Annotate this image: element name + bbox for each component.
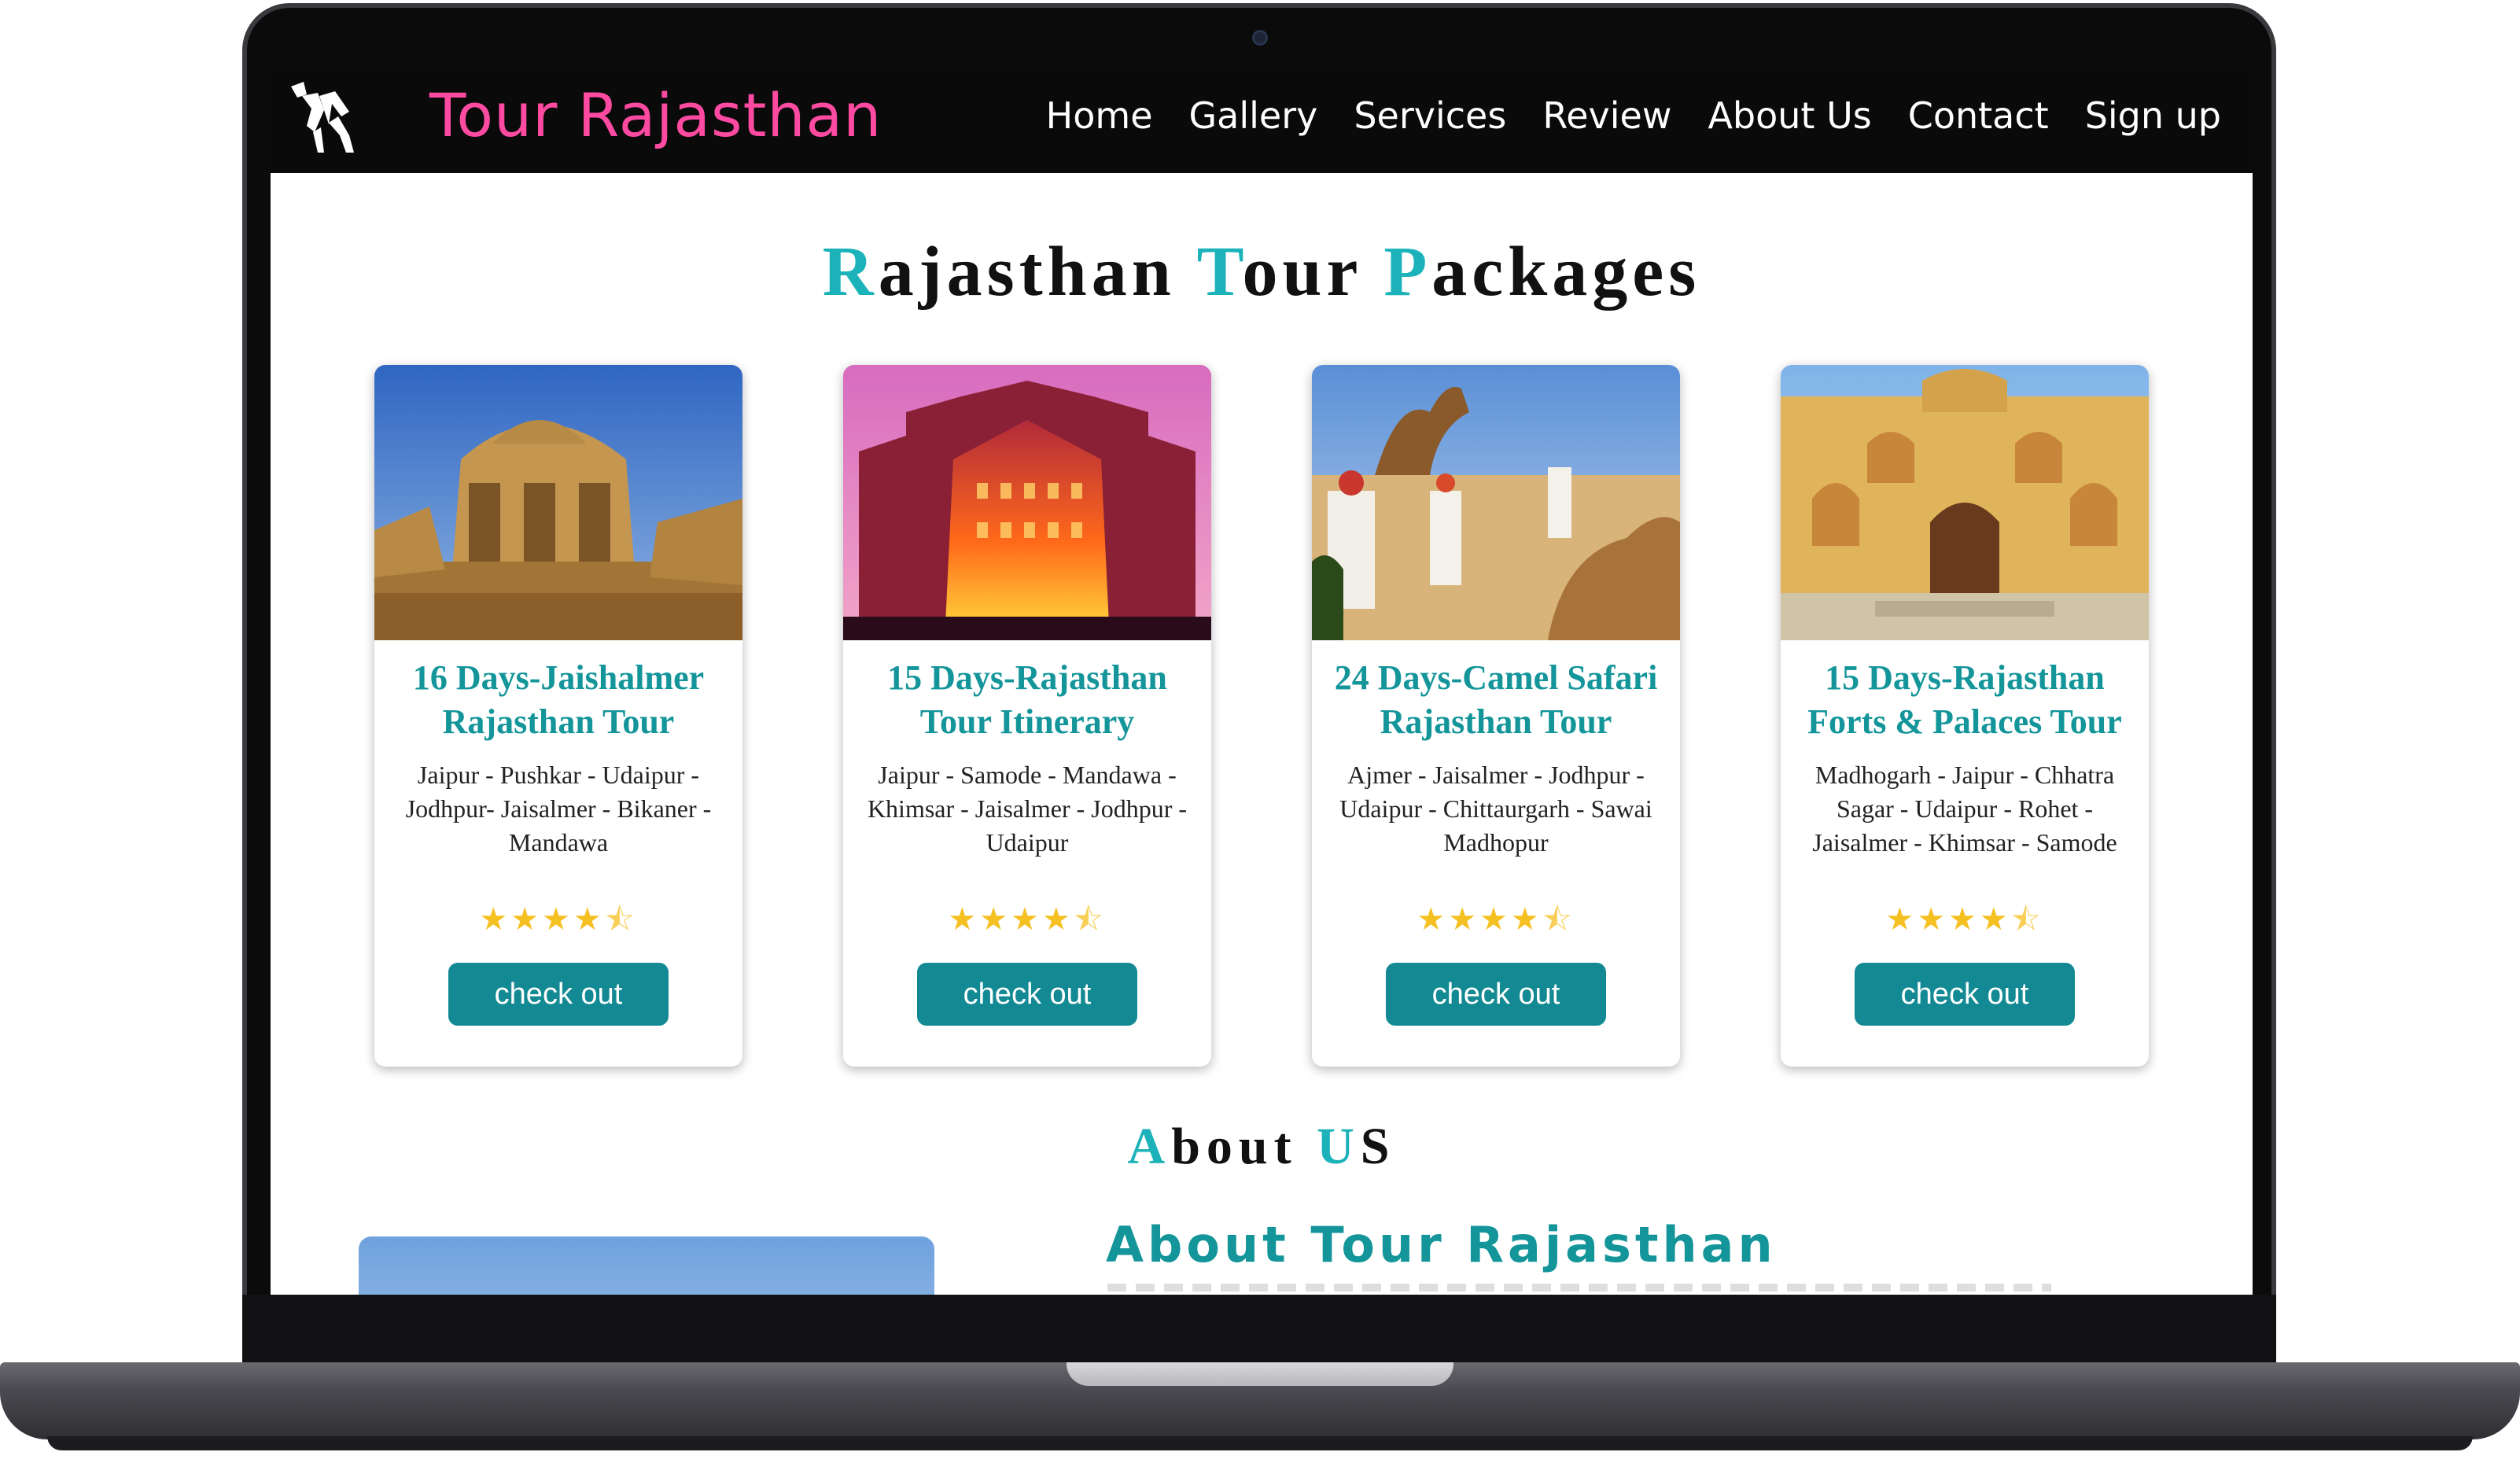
about-title-text-1: bout <box>1171 1118 1317 1175</box>
star-icon: ★ <box>1011 901 1042 938</box>
packages-title-accent-3: P <box>1383 233 1432 311</box>
card-route: Jaipur - Pushkar - Udaipur - Jodhpur- Ja… <box>405 761 712 857</box>
packages-title-text-2: our <box>1242 233 1384 311</box>
check-out-button[interactable]: check out <box>1386 963 1606 1026</box>
nav-home[interactable]: Home <box>1046 94 1153 137</box>
webcam-icon <box>1252 30 1268 46</box>
desert-cenotaphs-photo <box>374 365 742 640</box>
package-card: 24 Days-Camel Safari Rajasthan Tour Ajme… <box>1312 365 1680 1067</box>
nav-contact[interactable]: Contact <box>1908 94 2049 137</box>
card-route: Jaipur - Samode - Mandawa - Khimsar - Ja… <box>867 761 1188 857</box>
site-navbar: Tour Rajasthan Home Gallery Services Rev… <box>271 66 2253 173</box>
about-image <box>359 1236 934 1295</box>
star-rating: ★★★★⯪ <box>843 897 1211 950</box>
package-card: 15 Days-Rajasthan Tour Itinerary Jaipur … <box>843 365 1211 1067</box>
star-icon: ★ <box>1979 901 2011 938</box>
nav-links: Home Gallery Services Review About Us Co… <box>1046 94 2221 137</box>
nav-gallery[interactable]: Gallery <box>1189 94 1318 137</box>
star-rating: ★★★★⯪ <box>1312 897 1680 950</box>
half-star-icon: ⯪ <box>1542 901 1575 938</box>
star-icon: ★ <box>979 901 1011 938</box>
card-route: Madhogarh - Jaipur - Chhatra Sagar - Uda… <box>1812 761 2117 857</box>
half-star-icon: ⯪ <box>1073 901 1107 938</box>
camel-safari-photo <box>1312 365 1680 640</box>
star-icon: ★ <box>948 901 980 938</box>
laptop-notch <box>1067 1362 1453 1386</box>
star-icon: ★ <box>1479 901 1511 938</box>
nav-review[interactable]: Review <box>1542 94 1671 137</box>
star-icon: ★ <box>510 901 543 938</box>
check-out-button[interactable]: check out <box>917 963 1137 1026</box>
star-rating: ★★★★⯪ <box>374 897 742 950</box>
star-icon: ★ <box>479 901 511 938</box>
package-card: 16 Days-Jaishalmer Rajasthan Tour Jaipur… <box>374 365 742 1067</box>
star-icon: ★ <box>573 901 605 938</box>
star-icon: ★ <box>1917 901 1949 938</box>
about-title-text-2: S <box>1360 1118 1396 1175</box>
star-icon: ★ <box>1041 901 1074 938</box>
card-title: 16 Days-Jaishalmer Rajasthan Tour <box>412 658 705 741</box>
package-card: 15 Days-Rajasthan Forts & Palaces Tour M… <box>1781 365 2149 1067</box>
star-rating: ★★★★⯪ <box>1781 897 2149 950</box>
card-title: 15 Days-Rajasthan Forts & Palaces Tour <box>1807 658 2122 741</box>
about-text-cutoff <box>1107 1284 2051 1292</box>
card-title: 15 Days-Rajasthan Tour Itinerary <box>887 658 1167 741</box>
packages-title-accent-1: R <box>822 233 879 311</box>
camel-logo-icon[interactable] <box>283 77 362 156</box>
star-icon: ★ <box>1885 901 1918 938</box>
star-icon: ★ <box>542 901 573 938</box>
packages-title-text-3: ackages <box>1431 233 1701 311</box>
laptop-screen: Tour Rajasthan Home Gallery Services Rev… <box>271 66 2253 1295</box>
star-icon: ★ <box>1510 901 1542 938</box>
check-out-button[interactable]: check out <box>1855 963 2075 1026</box>
package-cards: 16 Days-Jaishalmer Rajasthan Tour Jaipur… <box>271 365 2253 1073</box>
nav-sign-up[interactable]: Sign up <box>2085 94 2221 137</box>
laptop-base-lip <box>47 1436 2473 1450</box>
nav-about-us[interactable]: About Us <box>1708 94 1871 137</box>
star-icon: ★ <box>1948 901 1980 938</box>
star-icon: ★ <box>1417 901 1449 938</box>
packages-title-text-1: ajasthan <box>878 233 1197 311</box>
half-star-icon: ⯪ <box>604 901 638 938</box>
about-heading: About Tour Rajasthan <box>1106 1216 1777 1273</box>
card-route: Ajmer - Jaisalmer - Jodhpur - Udaipur - … <box>1339 761 1652 857</box>
nav-services[interactable]: Services <box>1354 94 1506 137</box>
card-title: 24 Days-Camel Safari Rajasthan Tour <box>1334 658 1658 741</box>
hawa-mahal-night-photo <box>843 365 1211 640</box>
star-icon: ★ <box>1448 901 1480 938</box>
half-star-icon: ⯪ <box>2010 901 2044 938</box>
brand-title[interactable]: Tour Rajasthan <box>429 80 882 150</box>
about-photo <box>359 1236 934 1295</box>
about-title-accent-2: U <box>1317 1118 1361 1175</box>
amber-fort-gate-photo <box>1781 365 2149 640</box>
about-title: About US <box>271 1117 2253 1177</box>
screen-bottom-bezel <box>242 1295 2276 1372</box>
check-out-button[interactable]: check out <box>448 963 669 1026</box>
packages-title: Rajasthan Tour Packages <box>271 231 2253 312</box>
about-title-accent-1: A <box>1127 1118 1172 1175</box>
packages-title-accent-2: T <box>1196 233 1243 311</box>
